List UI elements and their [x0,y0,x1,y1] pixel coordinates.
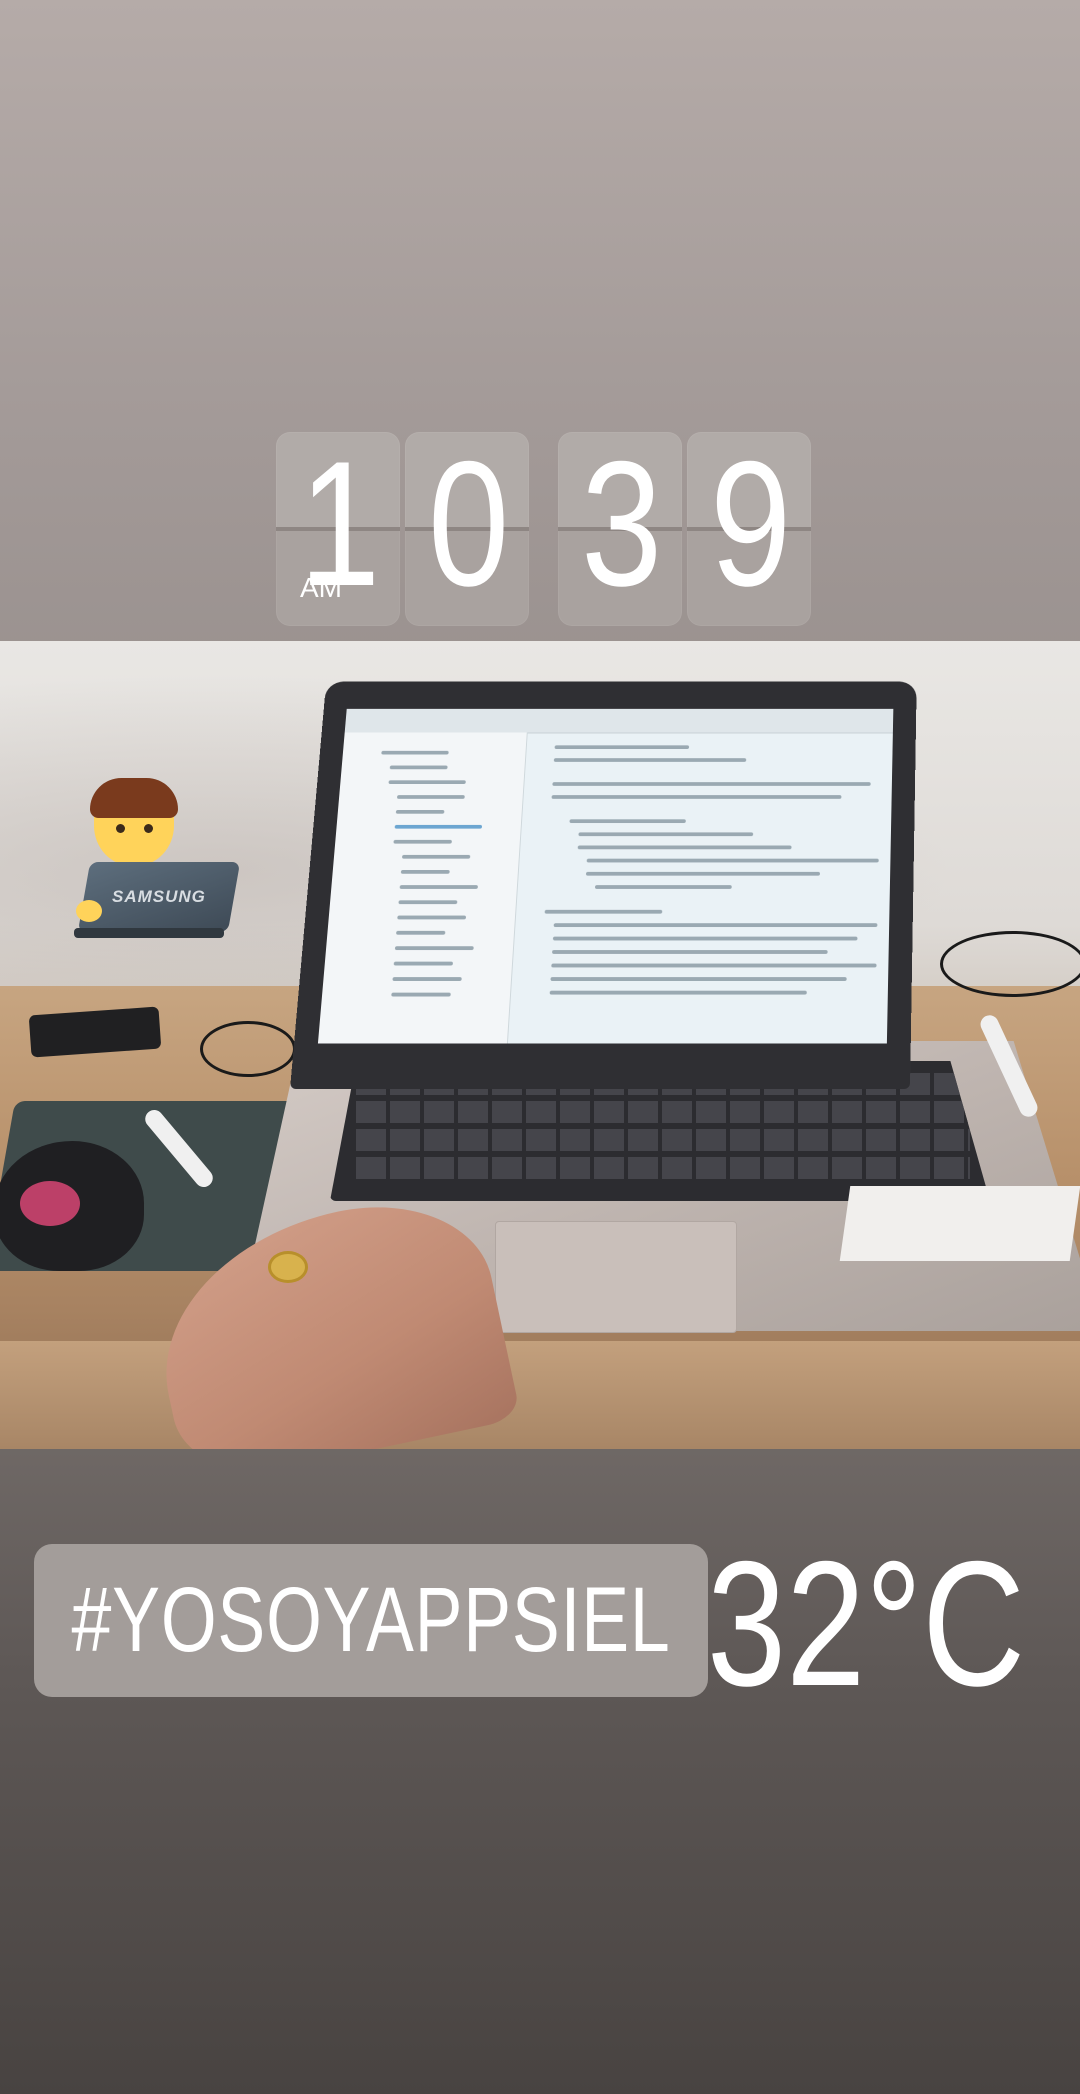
mouse-logo [20,1181,80,1226]
minute-ones-tile: 9 [687,432,811,626]
minute-tens-tile: 3 [558,432,682,626]
laptop-brand-label: SAMSUNG [112,887,206,906]
flip-clock-sticker[interactable]: 1 AM 0 3 9 [0,432,1080,628]
ide-toolbar [344,708,894,734]
laptop-icon-base [74,928,224,938]
hour-ones-digit: 0 [428,432,509,623]
hour-ones-tile: 0 [405,432,529,626]
minute-tens-digit: 3 [581,432,662,623]
man-technologist-emoji-sticker[interactable]: SAMSUNG [74,778,244,942]
cable [200,1021,296,1077]
touchpad [495,1221,737,1333]
emoji-hair [90,778,178,818]
laptop-screen [317,708,894,1044]
laptop-icon: SAMSUNG [77,862,241,932]
am-pm-label: AM [300,572,342,603]
minute-ones-digit: 9 [710,432,791,623]
ide-file-tree [317,732,528,1044]
desk-edge [0,1341,1080,1449]
laptop-sticker [839,1186,1080,1261]
story-photo [0,641,1080,1449]
hour-tens-tile: 1 AM [276,432,400,626]
ring [268,1251,308,1283]
cable [940,931,1080,997]
temperature-sticker[interactable]: 32°C [707,1524,1025,1723]
hashtag-sticker[interactable]: #YOSOYAPPSIEL [34,1544,708,1697]
emoji-hand [76,900,102,922]
hashtag-text: #YOSOYAPPSIEL [71,1569,671,1671]
laptop-lid [290,681,917,1089]
